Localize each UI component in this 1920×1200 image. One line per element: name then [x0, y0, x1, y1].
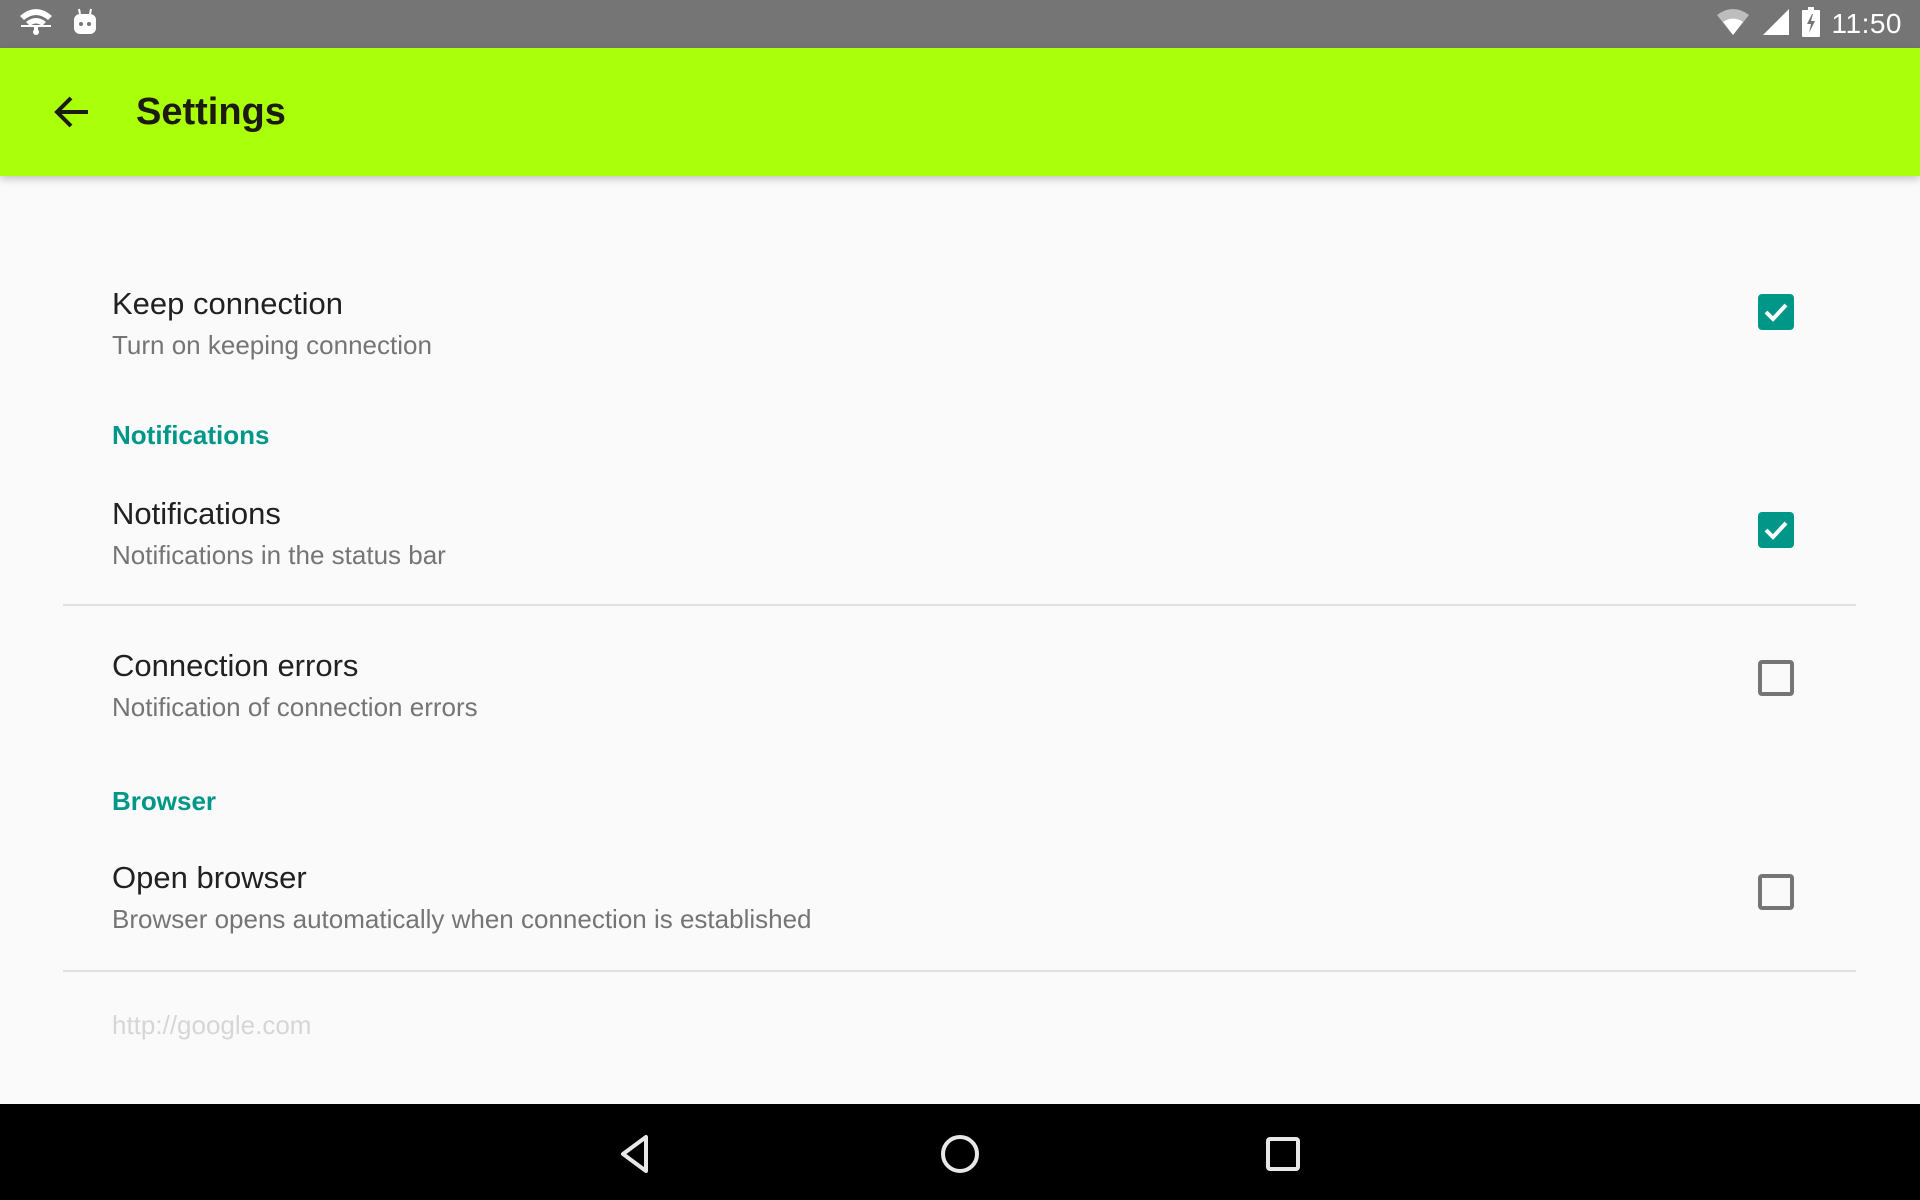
preferences-list: Keep connection Turn on keeping connecti… — [0, 176, 1920, 1104]
nav-back-button[interactable] — [604, 1122, 668, 1186]
page-title: Settings — [136, 91, 286, 133]
checkmark-icon — [1764, 303, 1788, 322]
keep-connection-checkbox[interactable] — [1758, 294, 1794, 330]
wifi-signal-icon — [1716, 8, 1750, 41]
pref-connection-errors[interactable]: Connection errors Notification of connec… — [0, 606, 1920, 756]
pref-summary: Notifications in the status bar — [112, 540, 446, 570]
back-triangle-icon — [621, 1135, 648, 1173]
pref-summary: Turn on keeping connection — [112, 330, 432, 360]
status-bar: 11:50 — [0, 0, 1920, 48]
pref-summary: Browser opens automatically when connect… — [112, 904, 812, 934]
pref-title: Keep connection — [112, 286, 343, 321]
pref-open-browser[interactable]: Open browser Browser opens automatically… — [0, 832, 1920, 970]
wifi-notification-icon — [18, 6, 54, 43]
nav-recents-button[interactable] — [1251, 1122, 1315, 1186]
status-bar-notifications — [18, 8, 98, 40]
status-bar-system-icons: 11:50 — [1716, 0, 1903, 48]
navigate-up-button[interactable] — [40, 80, 104, 144]
pref-summary: Notification of connection errors — [112, 692, 478, 722]
pref-title: Connection errors — [112, 648, 359, 683]
pref-keep-connection[interactable]: Keep connection Turn on keeping connecti… — [0, 246, 1920, 396]
pref-title: Notifications — [112, 496, 281, 531]
home-circle-icon — [941, 1135, 979, 1173]
settings-screen: 11:50 Settings Keep connection Turn on k… — [0, 0, 1920, 1200]
arrow-back-icon — [54, 96, 88, 128]
cell-signal-icon — [1762, 8, 1790, 41]
battery-charging-icon — [1801, 6, 1820, 42]
browser-url-pref: http://google.com — [112, 1010, 312, 1040]
open-browser-checkbox[interactable] — [1758, 874, 1794, 910]
status-bar-clock: 11:50 — [1831, 8, 1902, 39]
recents-square-icon — [1266, 1137, 1300, 1171]
app-toolbar: Settings — [0, 48, 1920, 176]
notifications-checkbox[interactable] — [1758, 512, 1794, 548]
navigation-bar — [0, 1104, 1920, 1200]
checkmark-icon — [1764, 521, 1788, 540]
connection-errors-checkbox[interactable] — [1758, 660, 1794, 696]
pref-title: Open browser — [112, 860, 307, 895]
android-notification-icon — [72, 7, 98, 42]
pref-notifications[interactable]: Notifications Notifications in the statu… — [0, 466, 1920, 606]
category-browser: Browser — [112, 786, 217, 816]
category-notifications: Notifications — [112, 420, 270, 450]
nav-home-button[interactable] — [928, 1122, 992, 1186]
divider — [63, 970, 1856, 972]
